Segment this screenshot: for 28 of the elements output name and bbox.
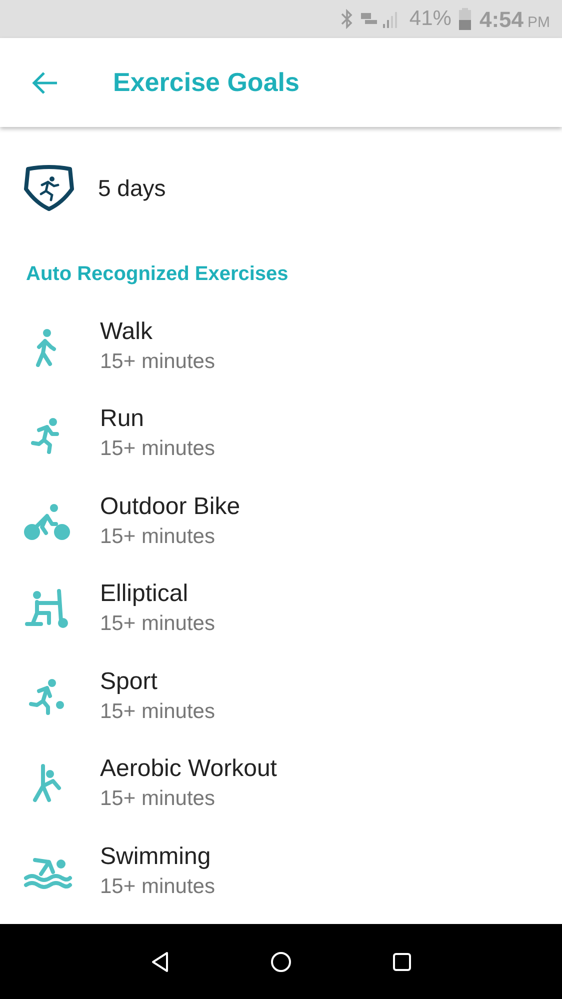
battery-icon (459, 8, 472, 30)
back-icon[interactable] (150, 950, 170, 972)
clock-period: PM (528, 12, 550, 32)
goal-value: 5 days (98, 174, 166, 203)
exercise-duration: 15+ minutes (100, 786, 216, 812)
section-heading: Auto Recognized Exercises (25, 262, 290, 287)
exercise-duration: 15+ minutes (100, 348, 215, 375)
exercise-name: Aerobic Workout (100, 754, 277, 784)
exercise-name: Elliptical (100, 579, 190, 610)
exercise-name: Sport (100, 666, 158, 697)
recents-icon[interactable] (392, 952, 412, 972)
shield-runner-icon (24, 165, 74, 211)
exercise-name: Swimming (100, 842, 212, 872)
bluetooth-icon (341, 9, 354, 29)
clock-time: 4:54 (479, 6, 524, 34)
back-arrow-icon (31, 70, 59, 94)
exercise-duration: 15+ minutes (100, 698, 215, 725)
home-icon[interactable] (270, 950, 292, 972)
exercise-duration: 15+ minutes (100, 524, 216, 550)
exercise-duration: 15+ minutes (100, 611, 215, 638)
exercise-name: Walk (100, 316, 154, 347)
exercise-name: Run (100, 404, 146, 434)
exercise-duration: 15+ minutes (100, 874, 215, 900)
battery-percentage: 41% (409, 6, 452, 32)
cyclist-icon (23, 502, 73, 542)
exercise-name: Outdoor Bike (100, 492, 240, 522)
screen-title: Exercise Goals (113, 66, 300, 99)
exercise-duration: 15+ minutes (100, 436, 215, 462)
